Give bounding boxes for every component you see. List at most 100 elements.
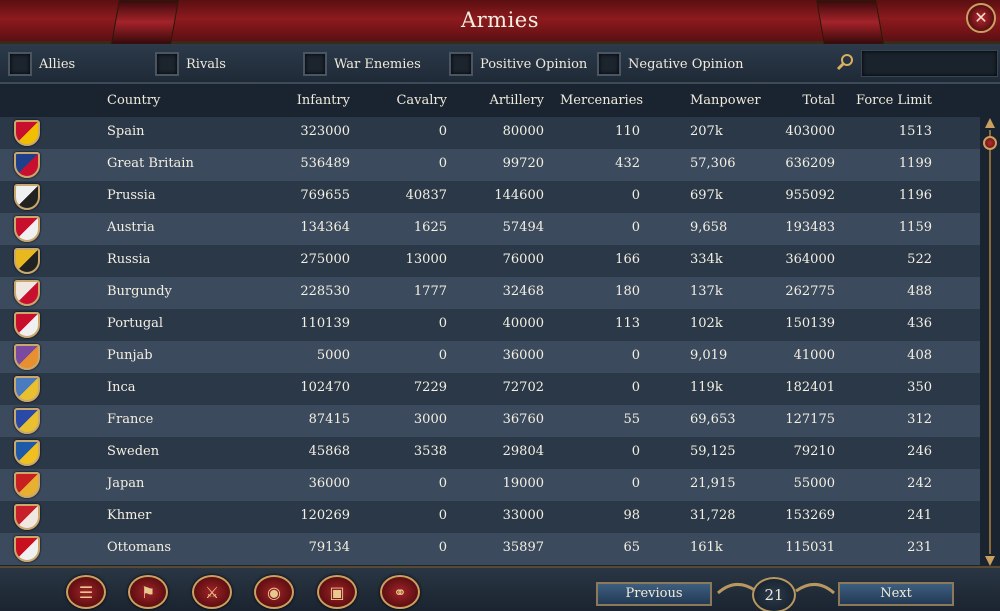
country-name: Great Britain	[107, 156, 194, 171]
cell-total: 41000	[793, 348, 835, 363]
search-icon[interactable]	[836, 53, 854, 71]
cell-artillery: 80000	[502, 124, 544, 139]
cell-artillery: 40000	[502, 316, 544, 331]
table-row[interactable]: Burgundy 228530 1777 32468 180 137k 262775 488	[0, 277, 980, 309]
country-flag-icon[interactable]	[14, 440, 40, 466]
bottom-bar: ☰ ⚑ ⚔ ◉ ▣ ⚭ Previous 21 Next	[0, 566, 1000, 611]
cell-infantry: 102470	[300, 380, 350, 395]
table-row[interactable]: Portugal 110139 0 40000 113 102k 150139 436	[0, 309, 980, 341]
country-flag-icon[interactable]	[14, 216, 40, 242]
cell-infantry: 87415	[308, 412, 350, 427]
column-header-infantry[interactable]: Infantry	[280, 93, 350, 108]
column-header-country[interactable]: Country	[107, 93, 160, 108]
table-row[interactable]: Khmer 120269 0 33000 98 31,728 153269 241	[0, 501, 980, 533]
next-button[interactable]: Next	[838, 582, 954, 606]
table-row[interactable]: Russia 275000 13000 76000 166 334k 364000 522	[0, 245, 980, 277]
cell-artillery: 72702	[502, 380, 544, 395]
cell-total: 55000	[793, 476, 835, 491]
crate-tab-button[interactable]: ▣	[317, 575, 357, 609]
country-name: Austria	[107, 220, 155, 235]
table-row[interactable]: Great Britain 536489 0 99720 432 57,306 636209…	[0, 149, 980, 181]
column-header-mercenaries[interactable]: Mercenaries	[560, 93, 643, 108]
scroll-track[interactable]	[989, 130, 991, 554]
cell-force-limit: 241	[907, 508, 932, 523]
column-header-force-limit[interactable]: Force Limit	[852, 93, 932, 108]
table-row[interactable]: Spain 323000 0 80000 110 207k 403000 1513	[0, 117, 980, 149]
table-row[interactable]: Sweden 45868 3538 29804 0 59,125 79210 246	[0, 437, 980, 469]
crossed-swords-tab-button[interactable]: ⚔	[192, 575, 232, 609]
armies-table: Country Infantry Cavalry Artillery Merce…	[0, 86, 1000, 565]
country-flag-icon[interactable]	[14, 120, 40, 146]
negative-opinion-checkbox[interactable]	[597, 52, 621, 76]
column-header-artillery[interactable]: Artillery	[474, 93, 544, 108]
country-flag-icon[interactable]	[14, 152, 40, 178]
country-flag-icon[interactable]	[14, 344, 40, 370]
flags-icon: ⚑	[140, 582, 156, 602]
filter-negative-opinion[interactable]: Negative Opinion	[597, 52, 744, 76]
coins-tab-button[interactable]: ◉	[254, 575, 294, 609]
cell-infantry: 228530	[300, 284, 350, 299]
cell-mercenaries: 0	[631, 348, 640, 363]
cell-artillery: 76000	[502, 252, 544, 267]
table-row[interactable]: Prussia 769655 40837 144600 0 697k 955092 1196	[0, 181, 980, 213]
scroll-thumb[interactable]	[983, 136, 997, 150]
close-icon: ✕	[974, 8, 988, 27]
cell-total: 262775	[785, 284, 835, 299]
country-flag-icon[interactable]	[14, 536, 40, 562]
rivals-checkbox[interactable]	[155, 52, 179, 76]
cell-force-limit: 231	[907, 540, 932, 555]
handshake-tab-button[interactable]: ⚭	[380, 575, 420, 609]
cell-cavalry: 13000	[405, 252, 447, 267]
cell-total: 636209	[785, 156, 835, 171]
country-name: Japan	[107, 476, 145, 491]
country-flag-icon[interactable]	[14, 376, 40, 402]
table-row[interactable]: France 87415 3000 36760 55 69,653 127175 312	[0, 405, 980, 437]
search-input[interactable]	[861, 50, 998, 77]
cell-manpower: 119k	[690, 380, 723, 395]
previous-button[interactable]: Previous	[596, 582, 712, 606]
cell-mercenaries: 0	[631, 188, 640, 203]
close-button[interactable]: ✕	[966, 3, 996, 33]
cell-manpower: 334k	[690, 252, 723, 267]
cell-mercenaries: 110	[615, 124, 640, 139]
cell-mercenaries: 166	[615, 252, 640, 267]
scroll-up-arrow-icon[interactable]	[985, 118, 995, 128]
table-row[interactable]: Austria 134364 1625 57494 0 9,658 193483 1159	[0, 213, 980, 245]
table-row[interactable]: Ottomans 79134 0 35897 65 161k 115031 231	[0, 533, 980, 565]
flags-tab-button[interactable]: ⚑	[128, 575, 168, 609]
cell-cavalry: 0	[438, 508, 447, 523]
cell-manpower: 137k	[690, 284, 723, 299]
table-row[interactable]: Japan 36000 0 19000 0 21,915 55000 242	[0, 469, 980, 501]
country-flag-icon[interactable]	[14, 472, 40, 498]
cell-total: 79210	[793, 444, 835, 459]
column-header-cavalry[interactable]: Cavalry	[377, 93, 447, 108]
filter-allies[interactable]: Allies	[8, 52, 75, 76]
scroll-down-arrow-icon[interactable]	[985, 556, 995, 566]
cell-artillery: 99720	[502, 156, 544, 171]
cell-infantry: 79134	[308, 540, 350, 555]
positive-opinion-checkbox[interactable]	[449, 52, 473, 76]
filter-war-enemies[interactable]: War Enemies	[303, 52, 421, 76]
war-enemies-checkbox[interactable]	[303, 52, 327, 76]
cell-manpower: 102k	[690, 316, 723, 331]
country-flag-icon[interactable]	[14, 248, 40, 274]
country-flag-icon[interactable]	[14, 280, 40, 306]
country-flag-icon[interactable]	[14, 184, 40, 210]
cell-force-limit: 408	[907, 348, 932, 363]
cell-artillery: 36000	[502, 348, 544, 363]
country-flag-icon[interactable]	[14, 312, 40, 338]
column-header-total[interactable]: Total	[765, 93, 835, 108]
table-row[interactable]: Punjab 5000 0 36000 0 9,019 41000 408	[0, 341, 980, 373]
scrollbar[interactable]	[982, 118, 998, 566]
allies-checkbox[interactable]	[8, 52, 32, 76]
country-flag-icon[interactable]	[14, 504, 40, 530]
filter-rivals[interactable]: Rivals	[155, 52, 226, 76]
column-header-manpower[interactable]: Manpower	[690, 93, 761, 108]
cell-artillery: 57494	[502, 220, 544, 235]
country-flag-icon[interactable]	[14, 408, 40, 434]
cell-infantry: 769655	[300, 188, 350, 203]
ledger-tab-button[interactable]: ☰	[66, 575, 106, 609]
table-row[interactable]: Inca 102470 7229 72702 0 119k 182401 350	[0, 373, 980, 405]
cell-cavalry: 0	[438, 316, 447, 331]
filter-positive-opinion[interactable]: Positive Opinion	[449, 52, 587, 76]
